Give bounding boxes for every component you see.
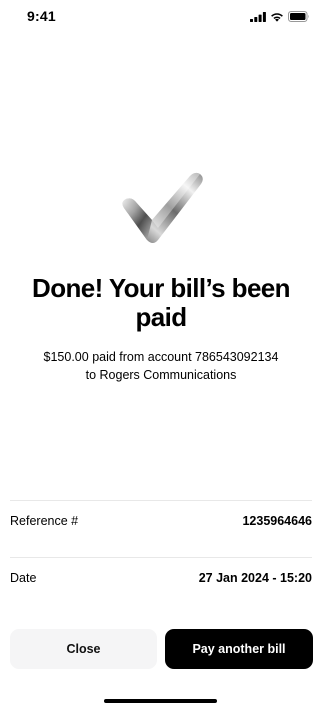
divider (10, 500, 312, 501)
date-row: Date 27 Jan 2024 - 15:20 (10, 571, 312, 585)
success-title: Done! Your bill’s been paid (32, 273, 291, 332)
battery-icon (288, 11, 309, 22)
cellular-signal-icon (250, 11, 266, 22)
date-label: Date (10, 571, 37, 585)
date-value: 27 Jan 2024 - 15:20 (198, 571, 312, 585)
divider (10, 557, 312, 558)
checkmark-icon (118, 168, 206, 250)
status-time: 9:41 (27, 8, 56, 24)
reference-value: 1235964646 (242, 514, 312, 528)
success-message: $150.00 paid from account 786543092134 t… (10, 348, 312, 384)
pay-another-bill-button[interactable]: Pay another bill (165, 629, 313, 669)
status-bar: 9:41 (0, 0, 322, 34)
reference-label: Reference # (10, 514, 79, 528)
reference-row: Reference # 1235964646 (10, 514, 312, 528)
payee-summary: to Rogers Communications (85, 368, 237, 382)
close-button[interactable]: Close (10, 629, 157, 669)
status-icons (250, 11, 310, 22)
home-indicator (104, 699, 217, 703)
payment-summary: $150.00 paid from account 786543092134 (43, 350, 279, 364)
wifi-icon (271, 12, 283, 22)
